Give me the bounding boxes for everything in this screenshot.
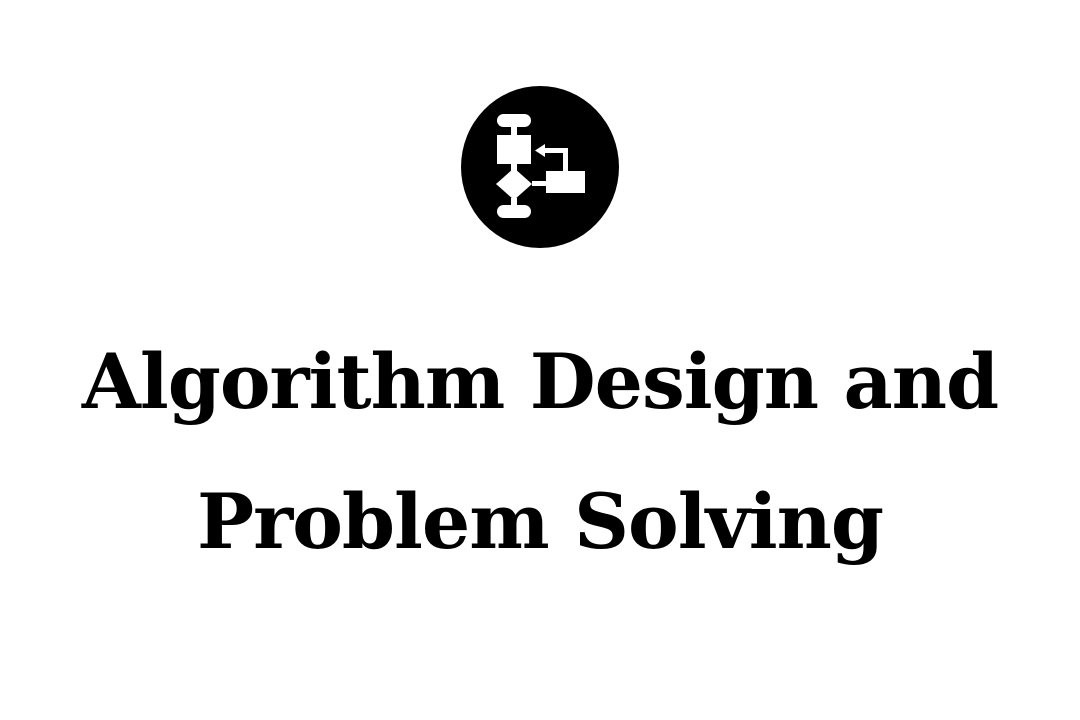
title-line-2: Problem Solving [197, 477, 884, 566]
slide: Algorithm Design and Problem Solving [0, 0, 1080, 720]
title-line-1: Algorithm Design and [81, 337, 999, 426]
flowchart-icon [461, 86, 619, 248]
page-title: Algorithm Design and Problem Solving [0, 312, 1080, 592]
